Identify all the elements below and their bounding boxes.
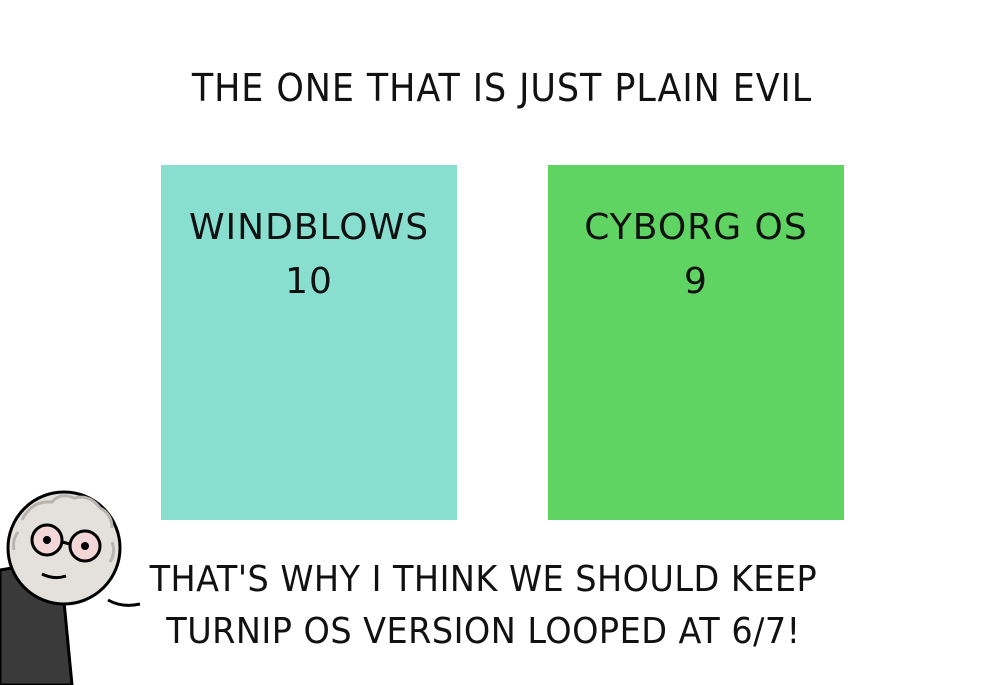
comic-title: THE ONE THAT IS JUST PLAIN EVIL <box>191 66 813 110</box>
caption-line-2: TURNIP OS VERSION LOOPED AT 6/7! <box>166 611 801 652</box>
cyborg-os-panel: CYBORG OS 9 <box>548 165 844 520</box>
speech-caption: THAT'S WHY I THINK WE SHOULD KEEP TURNIP… <box>130 554 837 658</box>
windblows-panel: WINDBLOWS 10 <box>161 165 457 520</box>
panel-name: WINDBLOWS <box>188 207 430 248</box>
caption-line-1: THAT'S WHY I THINK WE SHOULD KEEP <box>149 559 818 600</box>
comic-panel: THE ONE THAT IS JUST PLAIN EVIL WINDBLOW… <box>0 0 1004 685</box>
panel-version: 9 <box>684 261 708 302</box>
panel-name: CYBORG OS <box>584 207 808 248</box>
panel-version: 10 <box>285 261 333 302</box>
